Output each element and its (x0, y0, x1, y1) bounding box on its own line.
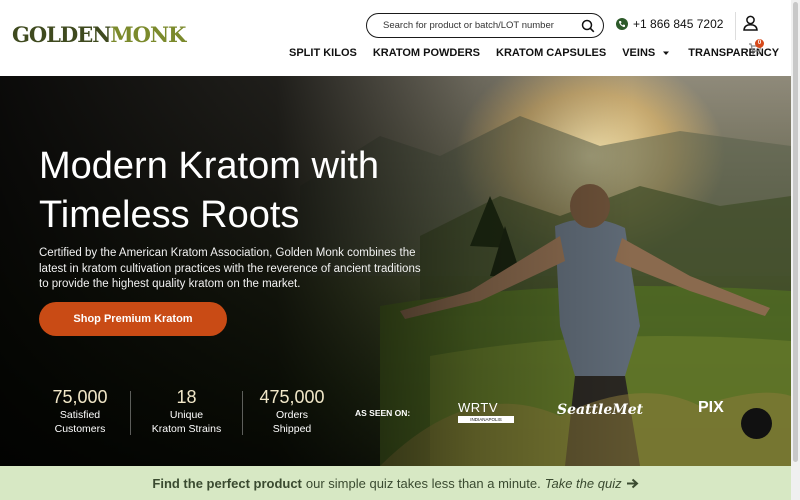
logo-text-golden: GOLDEN (12, 22, 111, 47)
stat-orders: 475,000 Orders Shipped (243, 387, 341, 436)
search-icon[interactable] (581, 19, 595, 33)
nav-item-label: VEINS (622, 47, 656, 59)
stat-label-line1: Unique (169, 409, 204, 421)
nav-item-label: SPLIT KILOS (289, 47, 357, 59)
nav-item-kratom-powders[interactable]: KRATOM POWDERS (373, 47, 480, 59)
hero-description: Certified by the American Kratom Associa… (39, 247, 421, 290)
stat-value: 18 (176, 387, 197, 407)
seattle-met-logo: SeattleMet (557, 402, 644, 418)
scrollbar-thumb[interactable] (793, 2, 798, 462)
wrtv-subtitle: INDIANAPOLIS (458, 416, 514, 423)
stat-value: 75,000 (52, 387, 108, 407)
stat-label-line2: Shipped (272, 423, 312, 435)
quiz-lead-text: our simple quiz takes less than a minute… (305, 475, 541, 491)
take-quiz-link[interactable]: Take the quiz (545, 476, 622, 491)
golden-monk-logo[interactable]: GOLDENMONK (12, 22, 186, 47)
main-nav: SPLIT KILOS KRATOM POWDERS KRATOM CAPSUL… (289, 47, 795, 59)
phone-number: +1 866 845 7202 (633, 17, 724, 31)
stat-strains: 18 Unique Kratom Strains (131, 387, 242, 436)
nav-item-label: KRATOM CAPSULES (496, 47, 607, 59)
stat-label-line1: Orders (275, 409, 309, 421)
nav-item-label: TRANSPARENCY (688, 47, 780, 59)
quiz-bold-text: Find the perfect product (152, 475, 302, 491)
stat-label-line2: Kratom Strains (151, 423, 222, 435)
arrow-right-icon (626, 478, 639, 488)
chevron-down-icon (663, 51, 670, 55)
nav-item-kratom-capsules[interactable]: KRATOM CAPSULES (496, 47, 606, 59)
stat-value: 475,000 (259, 387, 325, 407)
shop-premium-kratom-button[interactable]: Shop Premium Kratom (39, 302, 227, 336)
nav-item-label: KRATOM POWDERS (372, 47, 480, 59)
hero-section: Modern Kratom with Timeless Roots Certif… (0, 76, 791, 466)
cart-count-badge: 0 (755, 39, 764, 48)
stat-label-line2: Customers (54, 423, 106, 435)
site-header: GOLDENMONK +1 866 845 7202 SPLIT KILOS K… (0, 0, 791, 76)
phone-icon (616, 18, 628, 30)
pix-logo: PIX (698, 399, 724, 416)
nav-item-veins[interactable]: VEINS (622, 47, 670, 59)
logo-text-monk: MONK (110, 22, 186, 47)
quiz-banner[interactable]: Find the perfect product our simple quiz… (0, 466, 791, 500)
wrtv-logo: WRTV (458, 400, 499, 415)
nav-item-transparency[interactable]: TRANSPARENCY (688, 47, 779, 59)
search-input[interactable] (383, 20, 573, 31)
chat-widget-button[interactable] (741, 408, 772, 439)
stat-label-line1: Satisfied (59, 409, 101, 421)
as-seen-on-label: AS SEEN ON: (355, 408, 411, 418)
nav-item-split-kilos[interactable]: SPLIT KILOS (289, 47, 357, 59)
header-divider (735, 12, 736, 40)
user-account-icon[interactable] (743, 15, 758, 31)
search-bar (366, 13, 604, 38)
stats-row: 75,000 Satisfied Customers 18 Unique Kra… (30, 387, 341, 436)
stat-customers: 75,000 Satisfied Customers (30, 387, 130, 436)
phone-link[interactable]: +1 866 845 7202 (616, 17, 723, 31)
hero-title: Modern Kratom with Timeless Roots (39, 145, 380, 236)
